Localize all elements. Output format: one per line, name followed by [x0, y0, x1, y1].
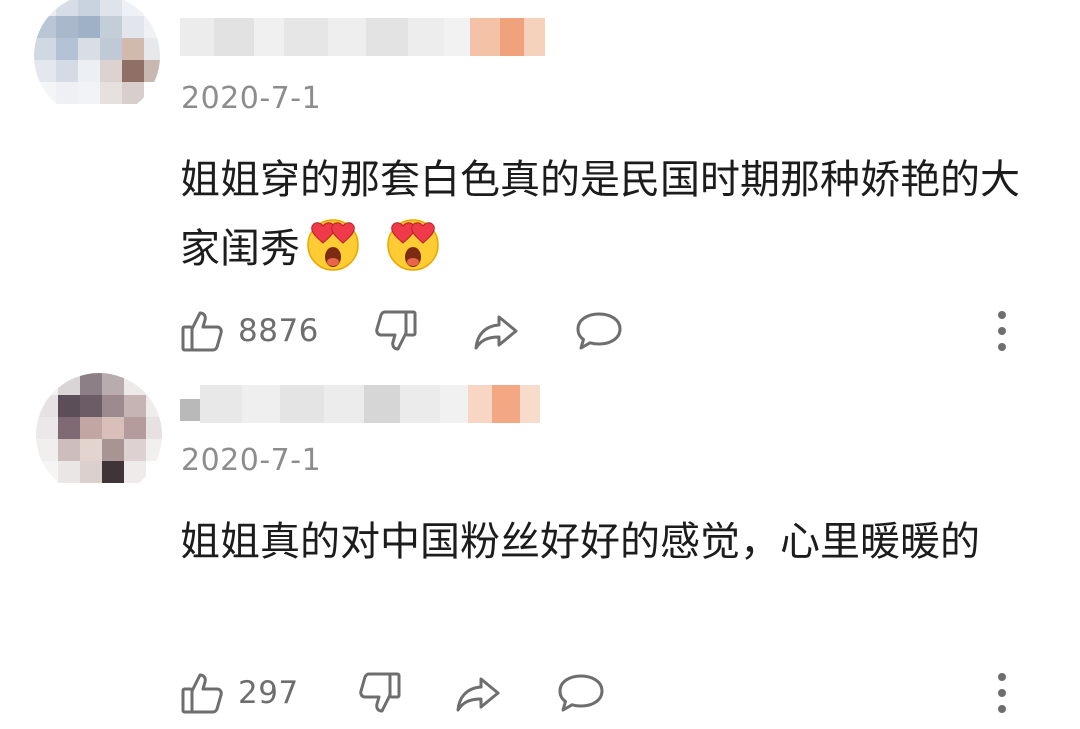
comment-actions: 297 [180, 668, 1040, 718]
dislike-button[interactable] [372, 306, 418, 356]
share-button[interactable] [454, 668, 502, 718]
comment-text: 姐姐穿的那套白色真的是民国时期那种娇艳的大家闺秀 [180, 146, 1040, 293]
comment-date: 2020-7-1 [181, 81, 322, 116]
thumbs-down-icon [372, 308, 418, 354]
like-count: 8876 [238, 313, 319, 349]
like-button[interactable]: 8876 [180, 306, 319, 356]
avatar[interactable] [34, 0, 160, 118]
reply-button[interactable] [574, 306, 624, 356]
comment-icon [556, 670, 606, 716]
heart-eyes-emoji [384, 214, 442, 293]
dislike-button[interactable] [356, 668, 402, 718]
more-options-button[interactable] [995, 668, 1009, 718]
comment-text: 姐姐真的对中国粉丝好好的感觉，心里暖暖的 [180, 508, 1040, 576]
more-vertical-icon [995, 309, 1009, 353]
username-blurred[interactable] [180, 18, 545, 56]
heart-eyes-emoji [304, 214, 362, 293]
comment-actions: 8876 [180, 306, 1040, 356]
comment-item: 2020-7-1 姐姐真的对中国粉丝好好的感觉，心里暖暖的 297 [0, 365, 1080, 729]
reply-button[interactable] [556, 668, 606, 718]
like-button[interactable]: 297 [180, 668, 299, 718]
thumbs-down-icon [356, 670, 402, 716]
comment-icon [574, 308, 624, 354]
more-vertical-icon [995, 671, 1009, 715]
like-count: 297 [238, 675, 299, 711]
thumbs-up-icon [180, 670, 226, 716]
more-options-button[interactable] [995, 306, 1009, 356]
thumbs-up-icon [180, 308, 226, 354]
share-icon [454, 670, 502, 716]
avatar[interactable] [36, 373, 162, 497]
username-blurred[interactable] [180, 385, 540, 423]
comment-item: 2020-7-1 姐姐穿的那套白色真的是民国时期那种娇艳的大家闺秀 8876 [0, 0, 1080, 365]
comment-body: 姐姐真的对中国粉丝好好的感觉，心里暖暖的 [180, 519, 980, 565]
share-button[interactable] [472, 306, 520, 356]
share-icon [472, 308, 520, 354]
comment-date: 2020-7-1 [181, 443, 322, 478]
